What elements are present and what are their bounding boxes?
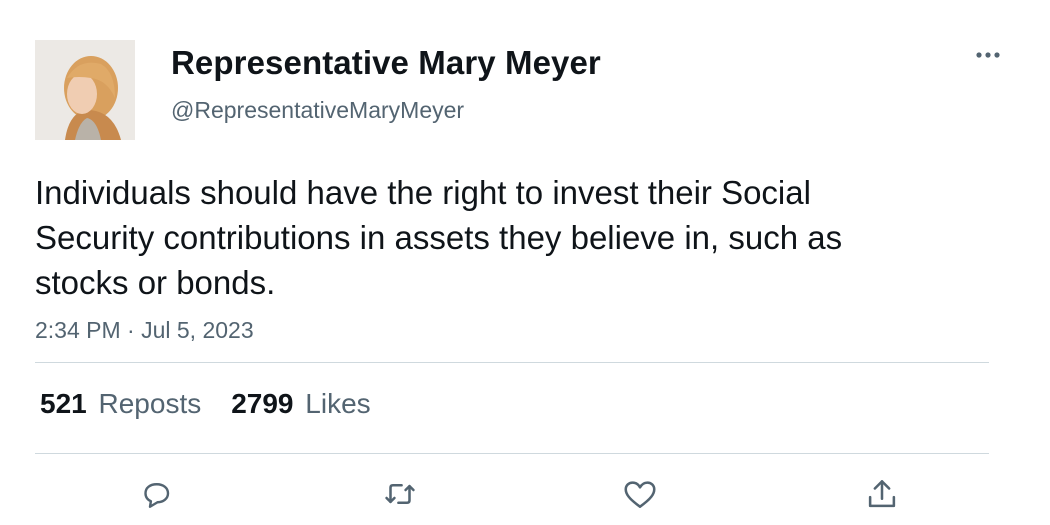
reposts-stat[interactable]: 521 Reposts — [40, 388, 201, 420]
tweet-timestamp[interactable]: 2:34 PM · Jul 5, 2023 — [35, 317, 254, 344]
share-button[interactable] — [862, 474, 902, 514]
display-name[interactable]: Representative Mary Meyer — [171, 44, 601, 82]
more-icon — [976, 52, 1000, 58]
reply-icon — [144, 483, 170, 508]
divider — [35, 362, 989, 363]
likes-stat[interactable]: 2799 Likes — [231, 388, 370, 420]
likes-count: 2799 — [231, 388, 294, 419]
reposts-count: 521 — [40, 388, 87, 419]
reply-button[interactable] — [136, 474, 176, 514]
profile-photo — [35, 40, 135, 140]
likes-label: Likes — [305, 388, 371, 419]
more-options-button[interactable] — [968, 40, 1008, 70]
avatar[interactable] — [35, 40, 135, 140]
tweet-stats: 521 Reposts 2799 Likes — [40, 388, 371, 420]
repost-icon — [385, 484, 415, 504]
divider — [35, 453, 989, 454]
tweet-text: Individuals should have the right to inv… — [35, 174, 843, 301]
share-icon — [868, 480, 896, 508]
reposts-label: Reposts — [98, 388, 202, 419]
user-handle[interactable]: @RepresentativeMaryMeyer — [171, 97, 464, 124]
repost-button[interactable] — [380, 474, 420, 514]
like-button[interactable] — [620, 474, 660, 514]
heart-icon — [624, 481, 656, 508]
